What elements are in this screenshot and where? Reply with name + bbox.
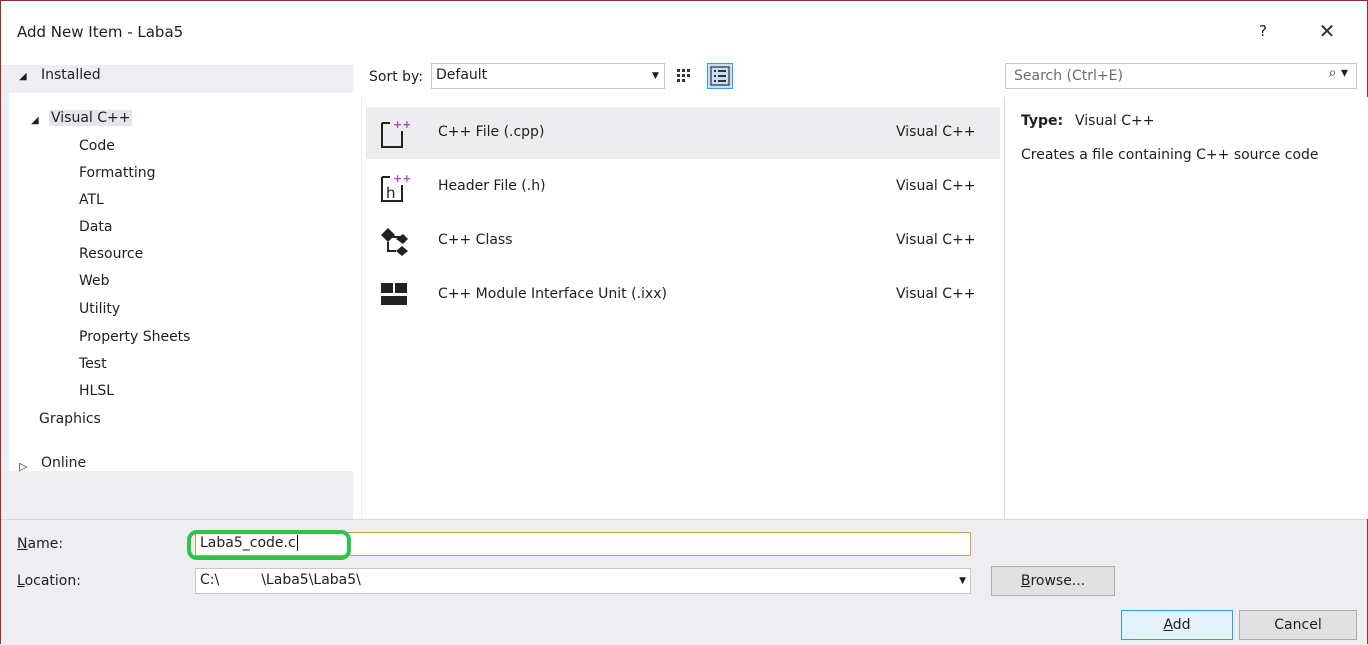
small-icons-view-button[interactable] [671, 63, 697, 89]
template-item-cpp-file[interactable]: ++ C++ File (.cpp) Visual C++ [366, 107, 1000, 159]
help-button[interactable]: ? [1251, 17, 1275, 45]
collapse-triangle-icon[interactable]: ◢ [19, 71, 27, 82]
location-label: Location: [17, 573, 81, 589]
tree-item-visual-cpp[interactable]: Visual C++ [49, 110, 133, 126]
name-label: Name: [17, 536, 63, 552]
search-placeholder: Search (Ctrl+E) [1014, 68, 1123, 84]
type-label: Type: [1021, 113, 1064, 129]
add-button[interactable]: Add [1121, 610, 1233, 640]
add-accesskey: A [1163, 617, 1173, 633]
tree-view: ◢ Visual C++ Code Formatting ATL Data Re… [9, 93, 353, 471]
sort-by-label: Sort by: [369, 69, 424, 85]
sort-by-dropdown[interactable]: Default ▼ [431, 63, 665, 89]
add-label: dd [1172, 617, 1191, 633]
svg-text:++: ++ [393, 118, 410, 131]
module-unit-icon [381, 283, 407, 305]
location-value: C:\ \Laba5\Laba5\ [200, 572, 361, 588]
collapse-triangle-icon[interactable]: ◢ [31, 115, 39, 126]
name-field[interactable]: Laba5_code.c [195, 532, 971, 556]
tree-item-web[interactable]: Web [79, 273, 110, 289]
location-prefix: C:\ [200, 572, 220, 588]
location-label-rest: ocation: [24, 573, 81, 589]
sort-value: Default [436, 67, 488, 83]
cancel-button[interactable]: Cancel [1239, 610, 1357, 640]
browse-accesskey: B [1020, 573, 1031, 589]
tree-item-online[interactable]: Online [41, 455, 86, 471]
header-file-icon: h ++ [381, 172, 410, 202]
template-language: Visual C++ [896, 178, 976, 194]
template-name: Header File (.h) [438, 178, 546, 194]
tree-item-resource[interactable]: Resource [79, 246, 143, 262]
text-caret [296, 535, 298, 551]
tree-item-test[interactable]: Test [79, 356, 107, 372]
svg-text:++: ++ [393, 172, 410, 185]
name-label-accesskey: N [17, 536, 28, 552]
list-view-button[interactable] [707, 63, 733, 89]
template-language: Visual C++ [896, 124, 976, 140]
template-item-module-unit[interactable]: C++ Module Interface Unit (.ixx) Visual … [366, 269, 1000, 321]
browse-button[interactable]: Browse... [991, 566, 1115, 596]
template-name: C++ Module Interface Unit (.ixx) [438, 286, 667, 302]
expand-triangle-icon[interactable]: ▷ [19, 460, 27, 473]
chevron-down-icon: ▼ [646, 64, 664, 88]
search-icon[interactable]: ⌕ ▾ [1329, 65, 1348, 81]
grid-view-icon [677, 69, 690, 82]
svg-text:h: h [386, 184, 396, 202]
tree-item-graphics[interactable]: Graphics [39, 411, 101, 427]
list-view-icon [710, 66, 730, 86]
tree-item-atl[interactable]: ATL [79, 192, 104, 208]
template-language: Visual C++ [896, 286, 976, 302]
tree-item-data[interactable]: Data [79, 219, 112, 235]
name-value: Laba5_code.c [200, 535, 298, 551]
close-button[interactable]: ✕ [1307, 17, 1347, 45]
browse-label: rowse... [1030, 573, 1086, 589]
tree-item-property-sheets[interactable]: Property Sheets [79, 329, 190, 345]
tree-item-hlsl[interactable]: HLSL [79, 383, 114, 399]
add-new-item-dialog: Add New Item - Laba5 ? ✕ ◢ Installed ◢ V… [0, 0, 1368, 645]
name-label-rest: ame: [27, 536, 64, 552]
template-item-cpp-class[interactable]: C++ Class Visual C++ [366, 215, 1000, 267]
template-name: C++ Class [438, 232, 513, 248]
template-language: Visual C++ [896, 232, 976, 248]
location-label-accesskey: L [17, 573, 25, 589]
template-tree-panel: ◢ Installed ◢ Visual C++ Code Formatting… [1, 65, 353, 519]
template-description: Creates a file containing C++ source cod… [1021, 147, 1319, 163]
search-input[interactable]: Search (Ctrl+E) ⌕ ▾ [1005, 63, 1357, 89]
tree-item-formatting[interactable]: Formatting [79, 165, 155, 181]
details-panel: Type: Visual C++ Creates a file containi… [1004, 97, 1368, 519]
location-suffix: \Laba5\Laba5\ [261, 572, 361, 588]
tree-item-utility[interactable]: Utility [79, 301, 120, 317]
template-list: ++ C++ File (.cpp) Visual C++ h ++ Heade… [361, 97, 1000, 519]
location-dropdown[interactable]: C:\ \Laba5\Laba5\ ▼ [195, 568, 971, 594]
template-name: C++ File (.cpp) [438, 124, 545, 140]
type-value: Visual C++ [1075, 113, 1155, 129]
cpp-file-icon: ++ [381, 118, 410, 148]
name-value-text: Laba5_code.c [200, 535, 296, 551]
cpp-class-icon [381, 228, 408, 256]
template-item-header-file[interactable]: h ++ Header File (.h) Visual C++ [366, 161, 1000, 213]
item-form: Name: Laba5_code.c Location: C:\ \Laba5\L… [1, 519, 1367, 645]
window-title: Add New Item - Laba5 [17, 23, 184, 41]
chevron-down-icon: ▼ [959, 576, 966, 586]
tree-item-installed[interactable]: Installed [41, 67, 101, 83]
tree-item-code[interactable]: Code [79, 138, 115, 154]
title-bar: Add New Item - Laba5 ? ✕ [1, 1, 1367, 65]
